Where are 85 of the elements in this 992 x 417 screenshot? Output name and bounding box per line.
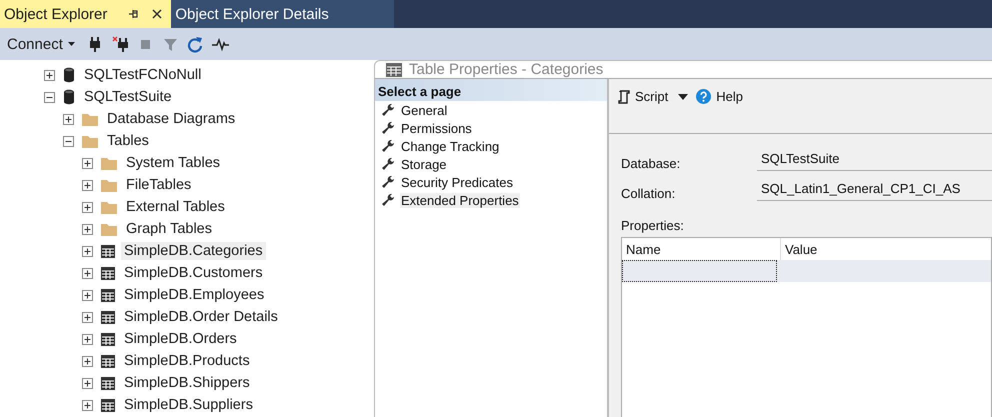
tree-item[interactable]: Graph Tables <box>123 220 215 238</box>
page-item[interactable]: Storage <box>400 156 448 172</box>
wrench-icon <box>381 157 395 171</box>
folder-icon <box>82 134 98 148</box>
table-icon <box>101 310 115 324</box>
tree-item[interactable]: SimpleDB.Customers <box>121 264 266 282</box>
close-icon[interactable] <box>151 8 164 20</box>
tree-item[interactable]: SimpleDB.Orders <box>121 330 240 348</box>
expand-icon[interactable] <box>82 290 93 300</box>
table-icon <box>101 266 115 280</box>
script-button[interactable]: Script <box>617 89 668 104</box>
table-icon <box>101 354 115 368</box>
tree-item[interactable]: SimpleDB.Products <box>121 352 253 370</box>
expand-icon[interactable] <box>82 356 93 366</box>
wrench-icon <box>381 103 395 117</box>
wrench-icon <box>381 139 395 153</box>
read-only-field[interactable]: SQLTestSuite <box>757 149 992 171</box>
field-label: Database: <box>621 156 682 170</box>
expand-icon[interactable] <box>82 334 93 344</box>
table-cell[interactable] <box>622 260 777 282</box>
folder-icon <box>82 112 98 126</box>
database-icon <box>63 89 75 105</box>
properties-grid[interactable]: Name Value <box>621 237 992 417</box>
tree-item[interactable]: SimpleDB.Suppliers <box>121 396 256 414</box>
tree-item[interactable]: FileTables <box>123 176 194 194</box>
expand-icon[interactable] <box>82 400 93 410</box>
expand-icon[interactable] <box>82 378 93 388</box>
folder-icon <box>101 178 117 192</box>
wrench-icon <box>381 121 395 135</box>
table-icon <box>386 62 402 76</box>
tree-item[interactable]: SimpleDB.Order Details <box>121 308 281 326</box>
page-item[interactable]: Security Predicates <box>400 174 514 190</box>
tree-item[interactable]: External Tables <box>123 198 228 216</box>
table-icon <box>101 288 115 302</box>
tree-item[interactable]: System Tables <box>123 154 224 172</box>
folder-icon <box>101 156 117 170</box>
expand-icon[interactable] <box>82 224 93 234</box>
expand-icon[interactable] <box>82 246 93 256</box>
tab[interactable]: Object Explorer Details <box>171 0 394 28</box>
expand-icon[interactable] <box>82 180 93 190</box>
expand-icon[interactable] <box>82 268 93 278</box>
tree-item[interactable]: SQLTestFCNoNull <box>81 66 204 84</box>
unplug-icon[interactable] <box>112 36 129 52</box>
expand-icon[interactable] <box>44 70 55 80</box>
read-only-field[interactable]: SQL_Latin1_General_CP1_CI_AS <box>757 179 992 201</box>
scroll-icon <box>617 90 630 104</box>
page-item[interactable]: Extended Properties <box>400 192 520 208</box>
tree-item[interactable]: SimpleDB.Employees <box>121 286 268 304</box>
pin-icon[interactable] <box>127 8 140 20</box>
connect-button[interactable]: Connect <box>7 36 75 52</box>
table-icon <box>101 332 115 346</box>
field-label: Collation: <box>621 186 676 200</box>
table-icon <box>101 244 115 258</box>
wrench-icon <box>381 175 395 189</box>
window-title: Table Properties - Categories <box>409 61 604 78</box>
expand-icon[interactable] <box>63 114 74 124</box>
collapse-icon[interactable] <box>44 92 55 102</box>
tree-item[interactable]: Database Diagrams <box>104 110 238 128</box>
help-button[interactable]: Help <box>696 89 743 104</box>
field-label: Properties: <box>621 218 685 233</box>
folder-icon <box>101 222 117 236</box>
tree-item[interactable]: SQLTestSuite <box>81 88 175 106</box>
table-icon <box>101 376 115 390</box>
page-item[interactable]: General <box>400 102 448 118</box>
section-header: Select a page <box>375 79 607 101</box>
tree-item[interactable]: SimpleDB.Categories <box>121 242 266 260</box>
expand-icon[interactable] <box>82 158 93 168</box>
dropdown-icon[interactable] <box>678 94 688 100</box>
table-icon <box>101 398 115 412</box>
tab[interactable]: Object Explorer <box>0 0 172 28</box>
refresh-icon[interactable] <box>186 36 204 52</box>
database-icon <box>63 67 75 83</box>
expand-icon[interactable] <box>82 312 93 322</box>
column-header[interactable]: Value <box>781 238 989 260</box>
caret-icon <box>68 42 75 46</box>
pulse-icon[interactable] <box>212 36 229 52</box>
wrench-icon <box>381 193 395 207</box>
tree-item[interactable]: SimpleDB.Shippers <box>121 374 253 392</box>
expand-icon[interactable] <box>82 202 93 212</box>
tree-item[interactable]: Tables <box>104 132 152 150</box>
page-item[interactable]: Permissions <box>400 120 473 136</box>
collapse-icon[interactable] <box>63 136 74 146</box>
page-item[interactable]: Change Tracking <box>400 138 500 154</box>
folder-icon <box>101 200 117 214</box>
help-icon <box>696 89 712 104</box>
